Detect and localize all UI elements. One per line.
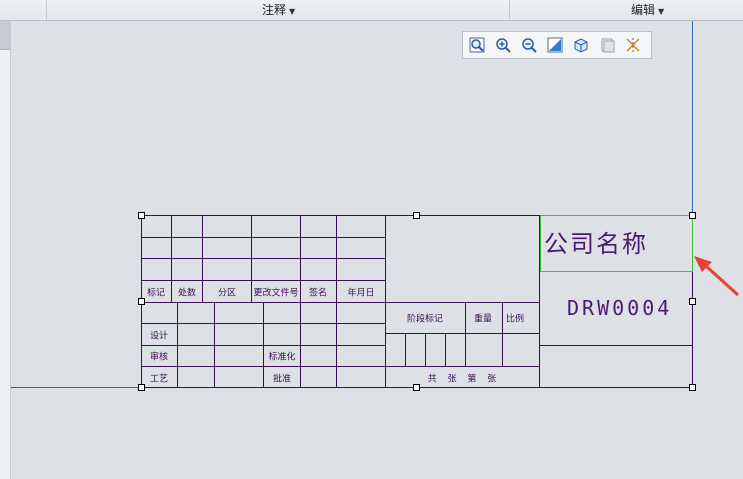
rev-header-zone: 分区 [217, 288, 237, 299]
weight-label: 重量 [473, 314, 493, 325]
resize-handle[interactable] [689, 384, 696, 391]
stage-mark-label: 阶段标记 [406, 314, 444, 325]
rev-header-date: 年月日 [347, 288, 375, 299]
resize-handle[interactable] [138, 384, 145, 391]
resize-handle[interactable] [138, 212, 145, 219]
row-label-check: 审核 [149, 352, 169, 363]
scale-label: 比例 [505, 314, 525, 325]
resize-handle[interactable] [413, 212, 420, 219]
selected-cell-highlight [540, 215, 693, 272]
row-label-process: 工艺 [149, 374, 169, 385]
resize-handle[interactable] [689, 212, 696, 219]
rev-header-count: 处数 [177, 288, 197, 299]
rev-header-signature: 签名 [308, 288, 328, 299]
rev-header-mark: 标记 [146, 288, 166, 299]
resize-handle[interactable] [413, 384, 420, 391]
drawing-number-text[interactable]: DRW0004 [567, 296, 672, 320]
resize-handle[interactable] [689, 298, 696, 305]
sheet-info-label: 共 张 第 张 [427, 374, 497, 385]
row-label-design: 设计 [149, 331, 169, 342]
approve-label: 批准 [272, 374, 292, 385]
resize-handle[interactable] [138, 298, 145, 305]
rev-header-change-doc: 更改文件号 [253, 288, 299, 299]
annotation-arrow [694, 256, 740, 297]
standardize-label: 标准化 [268, 352, 296, 363]
